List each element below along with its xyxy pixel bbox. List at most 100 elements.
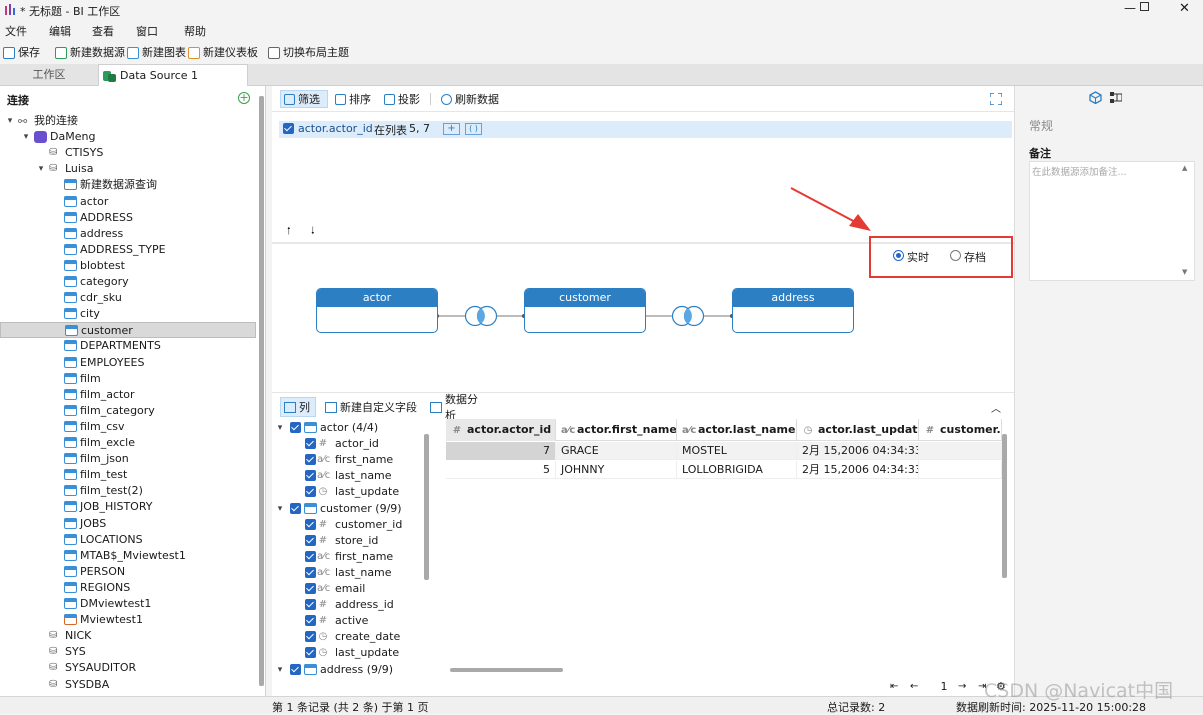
filter-operator[interactable]: 在列表 xyxy=(374,122,407,138)
first-page-icon[interactable]: ⇤ xyxy=(890,681,898,692)
tab-workspace[interactable]: 工作区 xyxy=(0,64,98,86)
page-input[interactable]: 1 xyxy=(934,680,954,693)
field-item[interactable]: a⁄c last_name xyxy=(272,565,422,581)
menu-item-3[interactable]: 窗口 xyxy=(136,23,158,39)
add-connection-icon[interactable]: + xyxy=(238,92,250,104)
tree-item-film[interactable]: film xyxy=(0,371,256,387)
entity-actor[interactable]: actor xyxy=(316,288,438,333)
tree-item-luisa[interactable]: ▾ ⛁ Luisa xyxy=(0,161,256,177)
grid-v-scrollbar[interactable] xyxy=(1002,434,1007,578)
field-checkbox[interactable] xyxy=(305,550,316,562)
expand-icon[interactable]: ▾ xyxy=(275,420,285,436)
field-checkbox[interactable] xyxy=(305,534,316,546)
switch-theme-button[interactable]: 切换布局主题 xyxy=(268,42,349,64)
bottom-tab-0[interactable]: 列 xyxy=(280,397,316,417)
field-item[interactable]: ▾ actor (4/4) xyxy=(272,420,422,436)
fullscreen-icon[interactable] xyxy=(990,93,1002,105)
refresh-button[interactable]: 刷新数据 xyxy=(438,90,502,108)
tree-item-film-test-2-[interactable]: film_test(2) xyxy=(0,483,256,499)
table-cell[interactable] xyxy=(919,442,1002,460)
tree-item-nick[interactable]: ⛁ NICK xyxy=(0,628,256,644)
tree-item-sys[interactable]: ⛁ SYS xyxy=(0,644,256,660)
tree-item-address[interactable]: address xyxy=(0,226,256,242)
field-checkbox[interactable] xyxy=(305,470,316,482)
tree-item-film-actor[interactable]: film_actor xyxy=(0,387,256,403)
table-row[interactable]: 7GRACEMOSTEL2月 15,2006 04:34:33 AM xyxy=(446,442,1002,460)
close-icon[interactable]: ✕ xyxy=(1179,1,1190,16)
filter-field[interactable]: actor.actor_id xyxy=(298,122,373,135)
field-item[interactable]: # actor_id xyxy=(272,436,422,452)
tree-item-person[interactable]: PERSON xyxy=(0,564,256,580)
field-item[interactable]: a⁄c first_name xyxy=(272,549,422,565)
table-cell[interactable]: 7 xyxy=(446,442,556,460)
minimize-icon[interactable]: — xyxy=(1124,1,1136,15)
move-up-icon[interactable]: 🠑 xyxy=(287,224,291,241)
scroll-up-icon[interactable]: ▲ xyxy=(1182,164,1187,172)
expand-icon[interactable]: ▾ xyxy=(275,662,285,678)
field-checkbox[interactable] xyxy=(305,599,316,611)
expand-icon[interactable]: ▾ xyxy=(5,113,15,129)
column-header[interactable]: a⁄c actor.first_name xyxy=(556,419,677,441)
tree-item-dameng[interactable]: ▾ DaMeng xyxy=(0,129,256,145)
field-checkbox[interactable] xyxy=(305,583,316,594)
table-cell[interactable] xyxy=(919,461,1002,479)
field-item[interactable]: a⁄c first_name xyxy=(272,452,422,468)
tree-item-blobtest[interactable]: blobtest xyxy=(0,258,256,274)
tree-item-sysauditor[interactable]: ⛁ SYSAUDITOR xyxy=(0,660,256,676)
field-item[interactable]: a⁄c email xyxy=(272,581,422,597)
column-header[interactable]: ◷ actor.last_update xyxy=(797,419,919,441)
move-down-icon[interactable]: 🠓 xyxy=(311,224,315,241)
expand-icon[interactable]: ▾ xyxy=(275,501,285,517)
maximize-icon[interactable] xyxy=(1140,2,1149,11)
field-item[interactable]: ◷ create_date xyxy=(272,629,422,645)
table-cell[interactable]: GRACE xyxy=(556,442,677,460)
field-checkbox[interactable] xyxy=(305,486,316,498)
expand-icon[interactable]: ▾ xyxy=(21,129,31,145)
prev-page-icon[interactable]: ← xyxy=(910,681,918,692)
tree-item-regions[interactable]: REGIONS xyxy=(0,580,256,596)
tree-item-address-type[interactable]: ADDRESS_TYPE xyxy=(0,242,256,258)
tree-item-job-history[interactable]: JOB_HISTORY xyxy=(0,499,256,515)
bottom-tab-1[interactable]: 新建自定义字段 xyxy=(322,397,417,417)
add-filter-group-icon[interactable]: ( ) xyxy=(465,123,482,135)
save-button[interactable]: 保存 xyxy=(3,42,40,64)
structure-icon[interactable] xyxy=(1110,92,1122,103)
field-checkbox[interactable] xyxy=(305,631,316,643)
field-item[interactable]: # customer_id xyxy=(272,517,422,533)
tree-item-film-category[interactable]: film_category xyxy=(0,403,256,419)
projection-button[interactable]: 投影 xyxy=(381,90,433,108)
field-item[interactable]: ◷ last_update xyxy=(272,484,422,500)
menu-item-4[interactable]: 帮助 xyxy=(184,23,206,39)
tree-item-city[interactable]: city xyxy=(0,306,256,322)
bottom-tab-2[interactable]: 数据分析 xyxy=(427,393,487,422)
table-cell[interactable]: LOLLOBRIGIDA xyxy=(677,461,797,479)
field-checkbox[interactable] xyxy=(305,438,316,450)
sort-button[interactable]: 排序 xyxy=(332,90,376,108)
filter-row[interactable]: actor.actor_id 在列表 5, 7 + ( ) xyxy=(279,121,1012,138)
tree-item--[interactable]: ▾ ⚯ 我的连接 xyxy=(0,113,256,129)
tree-item-locations[interactable]: LOCATIONS xyxy=(0,532,256,548)
inner-join-icon[interactable] xyxy=(464,305,498,327)
field-checkbox[interactable] xyxy=(305,518,316,530)
tree-item-mviewtest1[interactable]: Mviewtest1 xyxy=(0,612,256,628)
tree-item-jobs[interactable]: JOBS xyxy=(0,516,256,532)
note-textarea[interactable]: 在此数据源添加备注... ▲ ▼ xyxy=(1029,161,1195,281)
field-item[interactable]: # store_id xyxy=(272,533,422,549)
add-filter-icon[interactable]: + xyxy=(443,123,460,135)
field-checkbox[interactable] xyxy=(290,663,301,675)
table-cell[interactable]: JOHNNY xyxy=(556,461,677,479)
field-item[interactable]: ▾ customer (9/9) xyxy=(272,501,422,517)
field-checkbox[interactable] xyxy=(305,454,316,466)
field-scrollbar[interactable] xyxy=(424,434,429,580)
tree-item-employees[interactable]: EMPLOYEES xyxy=(0,355,256,371)
column-header[interactable]: a⁄c actor.last_name xyxy=(677,419,797,441)
tree-item-cdr-sku[interactable]: cdr_sku xyxy=(0,290,256,306)
column-header[interactable]: # actor.actor_id xyxy=(446,419,556,441)
field-item[interactable]: a⁄c last_name xyxy=(272,468,422,484)
menu-item-2[interactable]: 查看 xyxy=(92,23,114,39)
tree-item-film-test[interactable]: film_test xyxy=(0,467,256,483)
tree-item-film-excle[interactable]: film_excle xyxy=(0,435,256,451)
field-item[interactable]: # active xyxy=(272,613,422,629)
table-cell[interactable]: 2月 15,2006 04:34:33 AM xyxy=(797,442,919,460)
menu-item-0[interactable]: 文件 xyxy=(5,23,27,39)
